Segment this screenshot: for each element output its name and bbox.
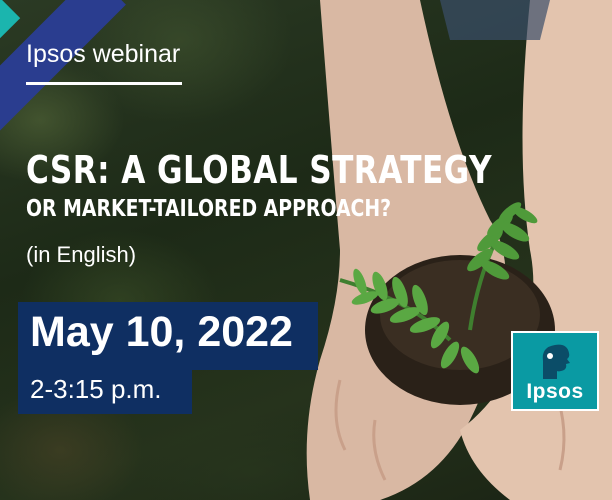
ipsos-profile-mark-icon bbox=[542, 344, 570, 379]
hands-holding-seedling-icon bbox=[300, 0, 612, 500]
language-note: (in English) bbox=[26, 242, 137, 267]
webinar-title-line-2: OR MARKET-TAILORED APPROACH? bbox=[26, 196, 392, 222]
webinar-title-line-1: CSR: A GLOBAL STRATEGY bbox=[26, 148, 492, 192]
event-time: 2-3:15 p.m. bbox=[30, 374, 162, 404]
ipsos-logo: Ipsos bbox=[511, 331, 599, 411]
webinar-banner: Ipsos webinar CSR: A GLOBAL STRATEGY OR … bbox=[0, 0, 612, 500]
eyebrow-underline bbox=[26, 82, 182, 85]
ipsos-logo-text: Ipsos bbox=[526, 380, 584, 403]
event-date: May 10, 2022 bbox=[30, 308, 293, 356]
webinar-eyebrow: Ipsos webinar bbox=[26, 40, 181, 68]
